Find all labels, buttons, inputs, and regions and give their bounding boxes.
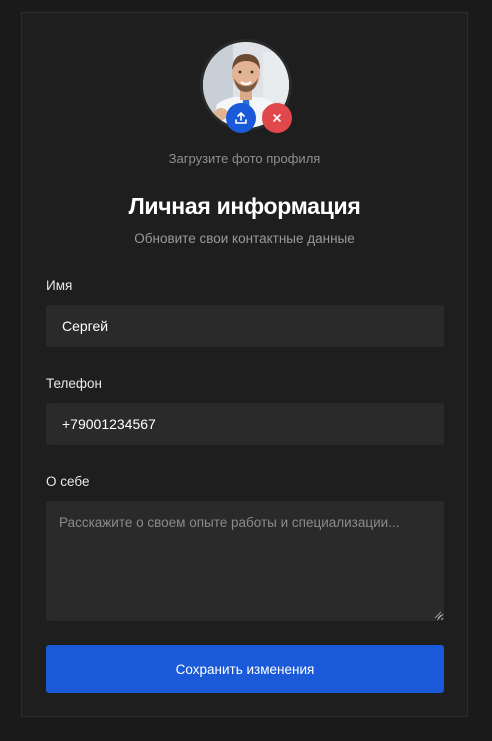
phone-input[interactable]	[46, 403, 444, 445]
remove-photo-button[interactable]	[262, 103, 292, 133]
name-label: Имя	[46, 278, 73, 293]
profile-card: Загрузите фото профиля Личная информация…	[21, 12, 468, 717]
page-subtitle: Обновите свои контактные данные	[134, 231, 355, 246]
page-title: Личная информация	[128, 193, 361, 219]
close-icon	[273, 114, 281, 122]
save-button[interactable]: Сохранить изменения	[46, 645, 444, 693]
upload-hint: Загрузите фото профиля	[168, 151, 321, 166]
upload-photo-button[interactable]	[226, 103, 256, 133]
upload-icon	[235, 112, 247, 124]
phone-label: Телефон	[46, 376, 103, 391]
about-textarea[interactable]	[46, 501, 444, 621]
name-input[interactable]	[46, 305, 444, 347]
about-label: О себе	[46, 474, 90, 489]
avatar-container	[200, 39, 292, 133]
